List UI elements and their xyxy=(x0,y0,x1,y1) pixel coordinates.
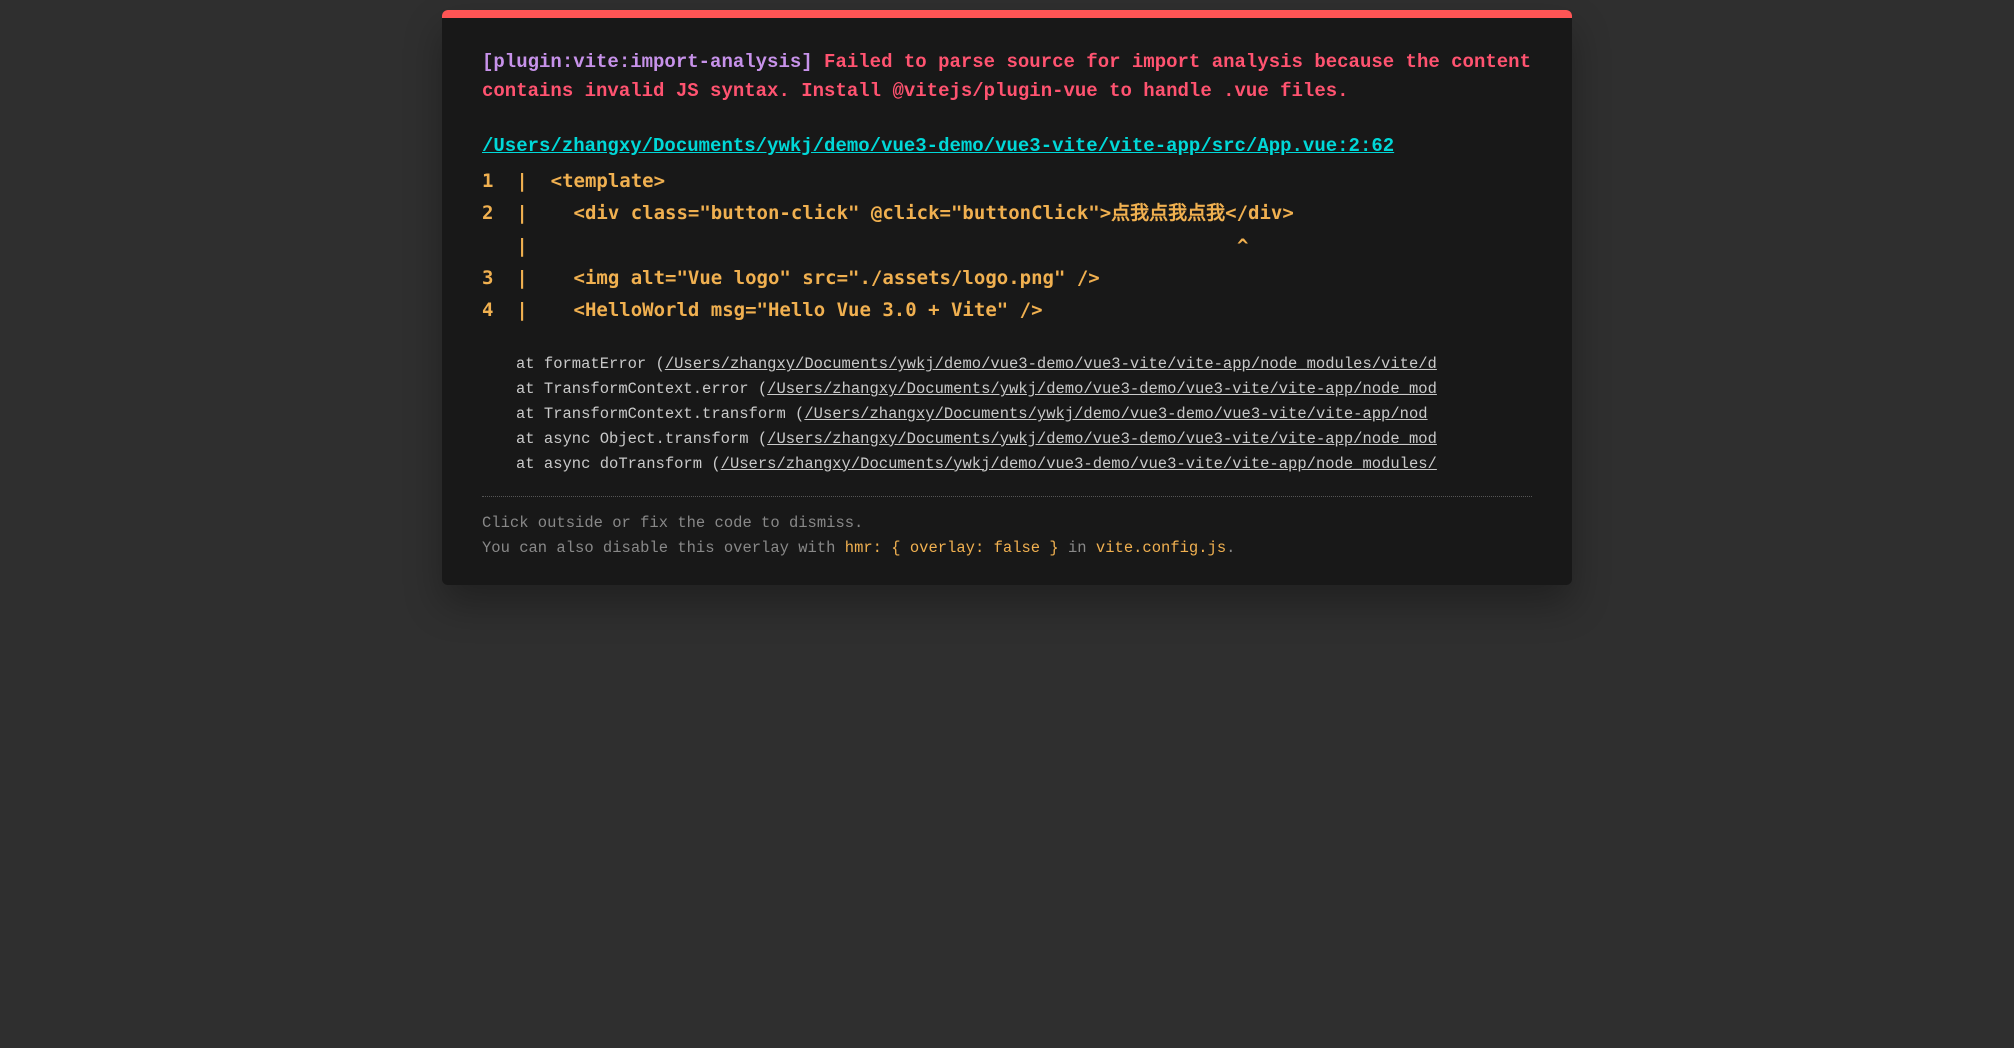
error-message: [plugin:vite:import-analysis] Failed to … xyxy=(482,48,1532,105)
stack-path-link[interactable]: /Users/zhangxy/Documents/ywkj/demo/vue3-… xyxy=(767,430,1437,448)
plugin-tag: [plugin:vite:import-analysis] xyxy=(482,51,813,73)
stack-path-link[interactable]: /Users/zhangxy/Documents/ywkj/demo/vue3-… xyxy=(721,455,1437,473)
stack-line: at async doTransform (/Users/zhangxy/Doc… xyxy=(516,452,1532,477)
overlay-top-bar xyxy=(442,10,1572,18)
stack-line: at formatError (/Users/zhangxy/Documents… xyxy=(516,352,1532,377)
stack-line: at TransformContext.transform (/Users/zh… xyxy=(516,402,1532,427)
stack-path-link[interactable]: /Users/zhangxy/Documents/ywkj/demo/vue3-… xyxy=(804,405,1427,423)
overlay-content: [plugin:vite:import-analysis] Failed to … xyxy=(442,18,1572,585)
code-frame: 1 | <template> 2 | <div class="button-cl… xyxy=(482,165,1532,326)
tip-text: Click outside or fix the code to dismiss… xyxy=(482,511,1532,561)
stack-trace: at formatError (/Users/zhangxy/Documents… xyxy=(482,352,1532,476)
stack-line: at async Object.transform (/Users/zhangx… xyxy=(516,427,1532,452)
file-link[interactable]: /Users/zhangxy/Documents/ywkj/demo/vue3-… xyxy=(482,135,1394,157)
tip-config-file: vite.config.js xyxy=(1096,539,1226,557)
stack-line: at TransformContext.error (/Users/zhangx… xyxy=(516,377,1532,402)
divider xyxy=(482,496,1532,497)
tip-code: hmr: { overlay: false } xyxy=(845,539,1059,557)
tip-line-2: You can also disable this overlay with h… xyxy=(482,536,1532,561)
stack-path-link[interactable]: /Users/zhangxy/Documents/ywkj/demo/vue3-… xyxy=(767,380,1437,398)
error-overlay: [plugin:vite:import-analysis] Failed to … xyxy=(442,10,1572,585)
tip-line-1: Click outside or fix the code to dismiss… xyxy=(482,511,1532,536)
stack-path-link[interactable]: /Users/zhangxy/Documents/ywkj/demo/vue3-… xyxy=(665,355,1437,373)
